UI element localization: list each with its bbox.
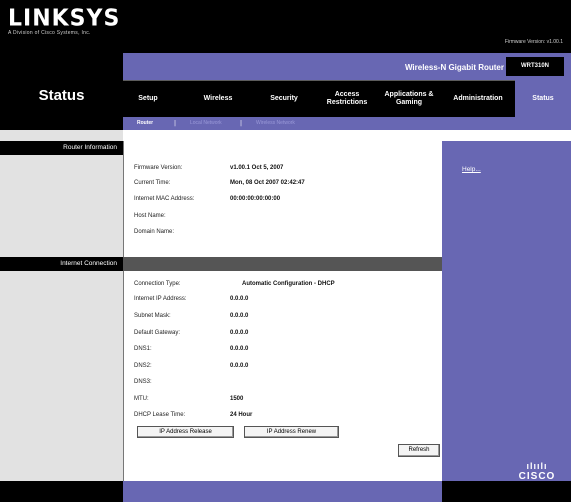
default-gateway-value: 0.0.0.0 bbox=[230, 330, 249, 336]
section-divider bbox=[123, 257, 442, 271]
internet-ip-label: Internet IP Address: bbox=[134, 296, 187, 302]
mac-address-value: 00:00:00:00:00:00 bbox=[230, 196, 281, 202]
section-internet-connection: Internet Connection bbox=[0, 257, 123, 271]
dhcp-lease-value: 24 Hour bbox=[230, 412, 253, 418]
footer-right bbox=[442, 481, 571, 502]
gap-left bbox=[0, 130, 123, 141]
internet-ip-value: 0.0.0.0 bbox=[230, 296, 249, 302]
help-link[interactable]: Help... bbox=[462, 166, 481, 173]
linksys-logo: LINKSYS bbox=[8, 5, 121, 32]
subnet-mask-label: Subnet Mask: bbox=[134, 313, 171, 319]
mtu-label: MTU: bbox=[134, 396, 149, 402]
tab-setup[interactable]: Setup bbox=[128, 80, 168, 117]
dhcp-lease-label: DHCP Lease Time: bbox=[134, 412, 186, 418]
tab-status[interactable]: Status bbox=[515, 80, 571, 117]
tab-security[interactable]: Security bbox=[259, 80, 309, 117]
subtab-separator: | bbox=[240, 120, 243, 127]
firmware-version-value: v1.00.1 Oct 5, 2007 bbox=[230, 165, 284, 171]
dns3-label: DNS3: bbox=[134, 379, 152, 385]
tab-administration[interactable]: Administration bbox=[444, 80, 512, 117]
mtu-value: 1500 bbox=[230, 396, 244, 402]
model-number: WRT310N bbox=[506, 57, 564, 76]
current-time-value: Mon, 08 Oct 2007 02:42:47 bbox=[230, 180, 305, 186]
tab-wireless[interactable]: Wireless bbox=[193, 80, 243, 117]
dns2-label: DNS2: bbox=[134, 363, 152, 369]
subtab-local-network[interactable]: Local Network bbox=[190, 117, 222, 130]
ip-renew-button[interactable]: IP Address Renew bbox=[244, 426, 339, 438]
footer-middle bbox=[123, 481, 442, 502]
content-border bbox=[123, 141, 124, 481]
left-column bbox=[0, 141, 123, 481]
host-name-label: Host Name: bbox=[134, 213, 166, 219]
tab-access-restrictions[interactable]: Access Restrictions bbox=[321, 80, 373, 117]
tab-applications-gaming[interactable]: Applications & Gaming bbox=[381, 80, 437, 117]
cisco-bars-icon: ılıılı bbox=[526, 461, 548, 471]
product-name: Wireless-N Gigabit Router bbox=[404, 63, 504, 72]
subtab-router[interactable]: Router bbox=[137, 117, 153, 130]
dns2-value: 0.0.0.0 bbox=[230, 363, 249, 369]
firmware-version-label: Firmware Version: bbox=[134, 165, 183, 171]
mac-address-label: Internet MAC Address: bbox=[134, 196, 195, 202]
refresh-button[interactable]: Refresh bbox=[398, 444, 440, 457]
section-router-information: Router Information bbox=[0, 141, 123, 155]
dns1-value: 0.0.0.0 bbox=[230, 346, 249, 352]
subnet-mask-value: 0.0.0.0 bbox=[230, 313, 249, 319]
connection-type-label: Connection Type: bbox=[134, 281, 181, 287]
connection-type-value: Automatic Configuration - DHCP bbox=[242, 281, 335, 287]
subtab-separator: | bbox=[174, 120, 177, 127]
cisco-logo: ılıılı CISCO bbox=[512, 461, 562, 483]
subtab-wireless-network[interactable]: Wireless Network bbox=[256, 117, 295, 130]
footer-left bbox=[0, 481, 123, 502]
page-title: Status bbox=[38, 87, 85, 104]
dns1-label: DNS1: bbox=[134, 346, 152, 352]
right-column bbox=[442, 141, 571, 481]
logo-subtitle: A Division of Cisco Systems, Inc. bbox=[8, 30, 91, 36]
current-time-label: Current Time: bbox=[134, 180, 171, 186]
domain-name-label: Domain Name: bbox=[134, 229, 175, 235]
firmware-version-header: Firmware Version: v1.00.1 bbox=[504, 39, 563, 45]
default-gateway-label: Default Gateway: bbox=[134, 330, 181, 336]
ip-release-button[interactable]: IP Address Release bbox=[137, 426, 234, 438]
